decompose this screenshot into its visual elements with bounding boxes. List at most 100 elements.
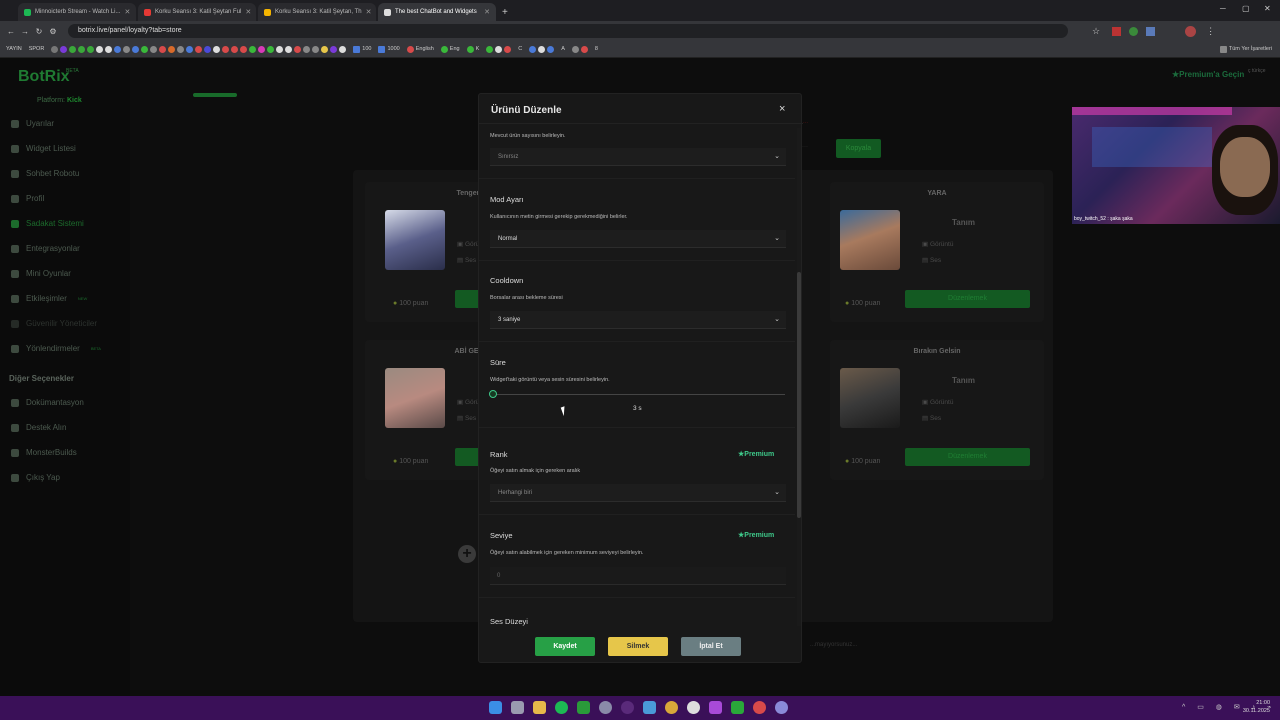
sidebar-item-profile[interactable]: Profil: [11, 194, 126, 203]
bookmark-icons[interactable]: [571, 45, 588, 53]
bookmark-item[interactable]: K: [466, 45, 479, 53]
sidebar-item-logout[interactable]: Çıkış Yap: [11, 473, 126, 482]
card-edit-button[interactable]: Düzenlemek: [905, 290, 1030, 308]
window-close-icon[interactable]: ✕: [1264, 4, 1271, 13]
bookmark-item[interactable]: English: [406, 45, 434, 53]
new-tab-icon[interactable]: +: [502, 7, 508, 18]
sidebar-item-integrations[interactable]: Entegrasyonlar: [11, 244, 126, 253]
level-input[interactable]: 0: [490, 567, 786, 585]
bookmark-icons[interactable]: [51, 45, 347, 53]
sidebar-item-interactions[interactable]: Etkileşimler NEW: [11, 294, 126, 303]
sidebar-item-docs[interactable]: Dokümantasyon: [11, 398, 126, 407]
close-tab-icon[interactable]: ✕: [124, 8, 130, 16]
premium-badge[interactable]: ★Premium: [738, 450, 774, 458]
divider: [479, 178, 795, 179]
duration-slider-track[interactable]: [493, 394, 785, 395]
windows-start-icon[interactable]: [489, 701, 502, 714]
browser-tab-2[interactable]: Korku Seansı 3: Katil Şeytan Ful ✕: [138, 3, 256, 21]
sidebar-item-alerts[interactable]: Uyarılar: [11, 119, 126, 128]
save-button[interactable]: Kaydet: [535, 637, 595, 656]
sidebar-item-chatbot[interactable]: Sohbet Robotu: [11, 169, 126, 178]
help-icon: [11, 423, 19, 432]
sidebar-item-minigames[interactable]: Mini Oyunlar: [11, 269, 126, 278]
app-icon[interactable]: [709, 701, 722, 714]
reload-icon[interactable]: ↻: [32, 27, 46, 36]
card-thumbnail: [840, 368, 900, 428]
copy-button[interactable]: Kopyala: [836, 139, 881, 158]
search-icon[interactable]: [511, 701, 524, 714]
browser-tab-4[interactable]: The best ChatBot and Widgets ✕: [378, 3, 496, 21]
bookmark-item[interactable]: Eng: [440, 45, 460, 53]
page: BotRix BETA Platform: Kick Uyarılar Widg…: [0, 58, 1280, 696]
clock[interactable]: 21:00 30.11.2025: [1243, 699, 1270, 715]
mod-select[interactable]: Normal ⌄: [490, 230, 786, 248]
close-icon[interactable]: ×: [779, 103, 785, 115]
bookmark-item[interactable]: A: [561, 46, 565, 52]
bookmark-item[interactable]: 8: [595, 46, 598, 52]
sidebar-item-redirects[interactable]: Yönlendirmeler BETA: [11, 344, 126, 353]
cancel-button[interactable]: İptal Et: [681, 637, 741, 656]
sidebar-item-widgets[interactable]: Widget Listesi: [11, 144, 126, 153]
card-description: Tanım: [952, 376, 975, 385]
app-icon[interactable]: [687, 701, 700, 714]
close-tab-icon[interactable]: ✕: [484, 8, 490, 16]
forward-icon[interactable]: →: [18, 27, 32, 36]
all-bookmarks[interactable]: Tüm Yer İşaretleri: [1219, 45, 1272, 53]
people-icon: [11, 344, 19, 353]
bookmark-item[interactable]: C: [518, 46, 522, 52]
bookmark-item[interactable]: 100: [353, 45, 371, 53]
app-icon[interactable]: [643, 701, 656, 714]
app-icon[interactable]: [753, 701, 766, 714]
maximize-icon[interactable]: ▢: [1242, 4, 1250, 13]
bookmark-icons[interactable]: [529, 45, 555, 53]
obs-icon[interactable]: [621, 701, 634, 714]
bookmark-item[interactable]: 1000: [378, 45, 400, 53]
premium-link[interactable]: ★Premium'a Geçin: [1172, 70, 1244, 79]
app-icon[interactable]: [775, 701, 788, 714]
sidebar-item-trusted-mods[interactable]: Güvenilir Yöneticiler: [11, 319, 126, 328]
bookmark-star-icon[interactable]: ☆: [1092, 26, 1100, 37]
rank-select[interactable]: Herhangi biri ⌄: [490, 484, 786, 502]
edit-item-modal: Ürünü Düzenle × Mevcut ürün sayısını bel…: [478, 93, 803, 663]
spotify-icon[interactable]: [555, 701, 568, 714]
back-icon[interactable]: ←: [4, 27, 18, 36]
extension-icon[interactable]: [1129, 26, 1139, 36]
minimize-icon[interactable]: ─: [1220, 4, 1226, 13]
close-tab-icon[interactable]: ✕: [366, 8, 372, 16]
profile-avatar[interactable]: [1185, 25, 1197, 37]
extension-icon[interactable]: [1146, 26, 1156, 36]
sidebar-item-monsterbuilds[interactable]: MonsterBuilds: [11, 448, 126, 457]
faint-label: ···: [802, 144, 808, 150]
extension-icon[interactable]: [1112, 26, 1122, 36]
stock-select[interactable]: Sınırsız ⌄: [490, 148, 786, 166]
scrollbar-thumb[interactable]: [797, 272, 801, 518]
card-edit-button[interactable]: Düzenlemek: [905, 448, 1030, 466]
chrome-icon[interactable]: [665, 701, 678, 714]
add-item-icon[interactable]: +: [458, 545, 476, 563]
bookmark-item[interactable]: SPOR: [29, 46, 45, 52]
card-sound-label: ▤ Ses: [457, 257, 477, 264]
bookmark-icons[interactable]: [486, 45, 512, 53]
folder-icon[interactable]: [533, 701, 546, 714]
kick-icon[interactable]: [731, 701, 744, 714]
site-info-icon[interactable]: ⚙: [46, 27, 60, 36]
browser-tab-1[interactable]: Minnoicterb Stream - Watch Li... ✕: [18, 3, 136, 21]
language-selector[interactable]: ç türkçe: [1248, 68, 1266, 74]
close-tab-icon[interactable]: ✕: [245, 8, 251, 16]
botrix-favicon-icon: [384, 8, 391, 16]
bookmark-item[interactable]: YAYIN: [6, 46, 22, 52]
url-field[interactable]: botrix.live/panel/loyalty?tab=store: [68, 24, 1068, 38]
browser-tab-3[interactable]: Korku Seansı 3: Katil Şeytan, Th ✕: [258, 3, 376, 21]
menu-icon[interactable]: ⋮: [1206, 26, 1215, 37]
delete-button[interactable]: Silmek: [608, 637, 668, 656]
sidebar-item-loyalty[interactable]: Sadakat Sistemi: [11, 219, 126, 228]
duration-slider-handle[interactable]: [489, 390, 497, 398]
settings-icon[interactable]: [599, 701, 612, 714]
sidebar-item-support[interactable]: Destek Alın: [11, 423, 126, 432]
taskbar-apps: [489, 701, 788, 714]
botrix-logo[interactable]: BotRix: [18, 68, 70, 86]
cooldown-select[interactable]: 3 saniye ⌄: [490, 311, 786, 329]
play-icon[interactable]: [577, 701, 590, 714]
premium-badge[interactable]: ★Premium: [738, 531, 774, 539]
new-badge: NEW: [77, 296, 88, 301]
